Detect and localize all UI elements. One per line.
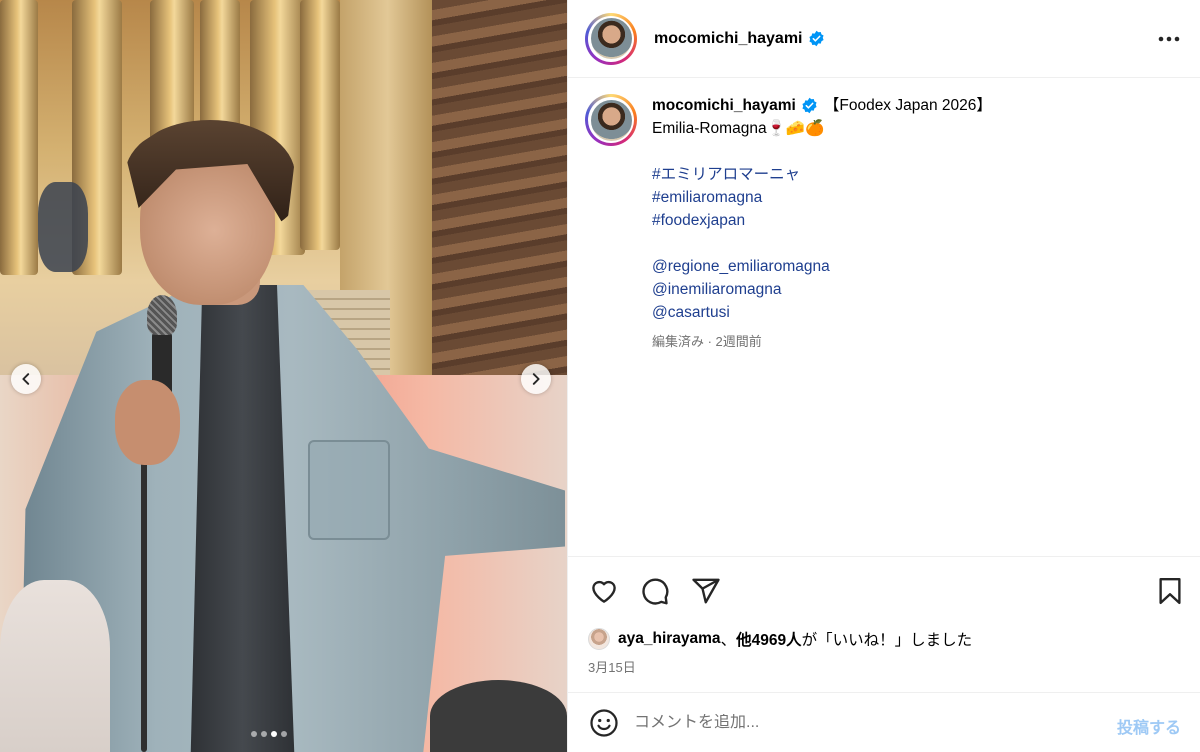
post-comment-button[interactable]: 投稿する — [1117, 714, 1181, 738]
author-username[interactable]: mocomichi_hayami — [654, 30, 803, 48]
instagram-post-view: mocomichi_hayami mocomichi_hayami 【Foode… — [0, 0, 1200, 752]
carousel-dot — [281, 731, 287, 737]
likes-suffix: が「いいね！」しました — [801, 632, 973, 649]
post-caption: mocomichi_hayami 【Foodex Japan 2026】 Emi… — [585, 94, 1185, 353]
bookmark-icon — [1158, 577, 1181, 604]
caption-body: mocomichi_hayami 【Foodex Japan 2026】 Emi… — [652, 94, 992, 353]
like-button[interactable] — [588, 575, 619, 606]
heart-icon — [591, 580, 616, 603]
hashtag-link[interactable]: #エミリアロマーニャ — [652, 163, 992, 186]
emoji-picker-button[interactable] — [588, 707, 620, 739]
post-date[interactable]: 3月15日 — [588, 657, 636, 676]
hashtag-link[interactable]: #foodexjapan — [652, 209, 992, 232]
previous-slide-button[interactable] — [11, 364, 41, 394]
likes-summary[interactable]: aya_hirayama 、 他4969人 が「いいね！」しました — [588, 628, 972, 650]
caption-author-avatar[interactable] — [585, 94, 637, 146]
mention-link[interactable]: @casartusi — [652, 301, 992, 324]
comment-button[interactable] — [639, 575, 670, 606]
comment-icon — [641, 578, 668, 605]
comment-bar: 投稿する — [568, 692, 1200, 752]
post-media-carousel[interactable] — [0, 0, 567, 752]
caption-line: Emilia-Romagna🍷🧀🍊 — [652, 120, 825, 137]
author-username-link[interactable]: mocomichi_hayami — [654, 30, 825, 48]
comment-input[interactable] — [634, 713, 1074, 732]
mention-link[interactable]: @inemiliaromagna — [652, 278, 992, 301]
post-photo — [0, 0, 567, 752]
liker-username[interactable]: aya_hirayama — [618, 630, 721, 648]
mention-link[interactable]: @regione_emiliaromagna — [652, 255, 992, 278]
caption-username[interactable]: mocomichi_hayami — [652, 94, 796, 117]
carousel-dot — [261, 731, 267, 737]
more-icon — [1158, 36, 1180, 42]
chevron-right-icon — [532, 373, 540, 385]
post-actions-section: aya_hirayama 、 他4969人 が「いいね！」しました 3月15日 — [568, 556, 1200, 692]
post-detail-panel: mocomichi_hayami mocomichi_hayami 【Foode… — [567, 0, 1200, 752]
verified-badge-icon — [802, 97, 817, 114]
carousel-dot — [251, 731, 257, 737]
chevron-left-icon — [22, 373, 30, 385]
save-button[interactable] — [1154, 575, 1185, 606]
likes-separator: 、 — [720, 632, 737, 649]
hashtag-link[interactable]: #emiliaromagna — [652, 186, 992, 209]
share-button[interactable] — [690, 575, 721, 606]
caption-title: 【Foodex Japan 2026】 — [823, 97, 992, 114]
caption-meta: 編集済み · 2週間前 — [652, 334, 762, 349]
carousel-dot — [271, 731, 277, 737]
more-options-button[interactable] — [1157, 28, 1181, 50]
action-bar — [588, 575, 721, 606]
emoji-icon — [590, 708, 618, 737]
liker-avatar — [588, 628, 610, 650]
post-header: mocomichi_hayami — [568, 0, 1200, 78]
verified-badge-icon — [808, 30, 824, 47]
next-slide-button[interactable] — [521, 364, 551, 394]
share-icon — [691, 578, 720, 603]
carousel-dots — [251, 731, 287, 737]
author-avatar[interactable] — [585, 12, 637, 65]
likes-others-count[interactable]: 他4969人 — [736, 628, 801, 650]
